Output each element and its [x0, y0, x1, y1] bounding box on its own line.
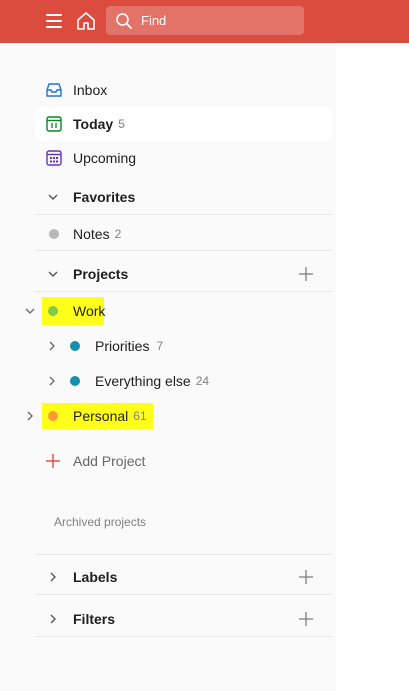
inbox-icon — [43, 79, 65, 101]
nav-inbox[interactable]: Inbox — [35, 73, 332, 107]
archived-projects-link[interactable]: Archived projects — [54, 515, 146, 529]
filters-section-header[interactable]: Filters — [35, 601, 332, 637]
chevron-down-icon — [43, 264, 63, 284]
divider — [35, 554, 332, 555]
add-project-label: Add Project — [73, 453, 146, 469]
chevron-down-icon — [43, 187, 63, 207]
project-personal[interactable]: Personal 61 — [46, 401, 147, 431]
chevron-right-icon — [43, 609, 63, 629]
filters-title: Filters — [73, 610, 116, 627]
chevron-right-icon[interactable] — [44, 373, 60, 389]
project-dot-icon — [70, 376, 80, 386]
menu-icon[interactable] — [44, 11, 64, 31]
favorite-notes-count: 2 — [114, 226, 122, 241]
favorite-item-notes[interactable]: Notes 2 — [35, 217, 332, 251]
add-project-button[interactable]: Add Project — [44, 446, 145, 476]
search-icon — [116, 13, 132, 29]
project-work[interactable]: Work — [46, 296, 105, 326]
add-label-plus-icon[interactable] — [296, 567, 316, 587]
nav-inbox-label: Inbox — [73, 82, 108, 98]
project-priorities-count: 7 — [156, 339, 164, 353]
plus-icon — [44, 452, 62, 470]
project-everything-else-count: 24 — [195, 374, 210, 388]
add-project-plus-icon[interactable] — [296, 264, 316, 284]
project-dot-icon — [70, 341, 80, 351]
labels-section-header[interactable]: Labels — [35, 559, 332, 595]
calendar-today-icon — [43, 113, 65, 135]
main-content — [336, 43, 409, 691]
project-personal-label: Personal — [73, 408, 129, 424]
chevron-right-icon — [43, 567, 63, 587]
projects-section-header[interactable]: Projects — [35, 256, 332, 292]
project-dot-icon — [43, 223, 65, 245]
chevron-right-icon[interactable] — [22, 408, 38, 424]
nav-today[interactable]: Today 5 — [35, 107, 332, 141]
chevron-down-icon[interactable] — [22, 303, 38, 319]
nav-upcoming[interactable]: Upcoming — [35, 141, 332, 175]
labels-title: Labels — [73, 568, 118, 585]
nav-upcoming-label: Upcoming — [73, 150, 137, 166]
project-everything-else[interactable]: Everything else 24 — [70, 366, 209, 396]
top-bar: Find — [0, 0, 409, 43]
chevron-right-icon[interactable] — [44, 338, 60, 354]
nav-today-count: 5 — [118, 117, 125, 131]
favorite-notes-label: Notes — [73, 225, 110, 242]
projects-title: Projects — [73, 265, 129, 282]
project-work-label: Work — [73, 303, 106, 319]
favorites-section-header[interactable]: Favorites — [35, 179, 332, 215]
project-personal-count: 61 — [133, 409, 147, 423]
nav-today-label: Today — [73, 116, 114, 132]
project-priorities-label: Priorities — [95, 338, 150, 354]
project-everything-else-label: Everything else — [95, 373, 191, 389]
favorites-title: Favorites — [73, 188, 136, 205]
calendar-grid-icon — [43, 147, 65, 169]
add-filter-plus-icon[interactable] — [296, 609, 316, 629]
search-placeholder: Find — [141, 13, 167, 28]
project-dot-icon — [48, 411, 58, 421]
home-icon[interactable] — [75, 10, 97, 32]
project-dot-icon — [48, 306, 58, 316]
project-priorities[interactable]: Priorities 7 — [70, 331, 163, 361]
search-input[interactable]: Find — [106, 6, 304, 35]
